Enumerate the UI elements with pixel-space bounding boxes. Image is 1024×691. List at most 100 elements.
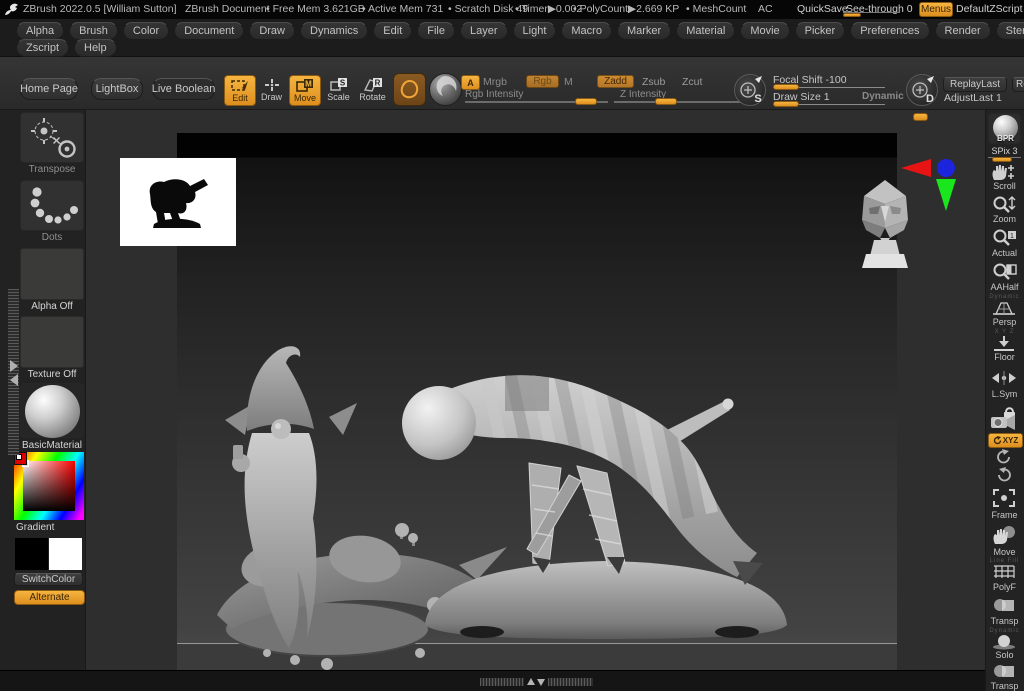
bottom-tray-divider-right[interactable]	[548, 678, 593, 686]
stroke-dots-button[interactable]	[20, 180, 84, 231]
menu-color[interactable]: Color	[123, 22, 169, 40]
menu-marker[interactable]: Marker	[617, 22, 671, 40]
frame-button[interactable]	[992, 488, 1016, 508]
menu-movie[interactable]: Movie	[740, 22, 789, 40]
spix-slider-handle[interactable]	[992, 157, 1012, 162]
solo-button[interactable]	[992, 634, 1016, 650]
current-material-button[interactable]	[429, 73, 462, 106]
main-color-swatch[interactable]	[15, 538, 48, 570]
rotate-mode-button[interactable]: R Rotate	[357, 75, 388, 104]
depth-mask-button[interactable]: D	[906, 74, 938, 106]
bpr-render-button[interactable]: BPR	[988, 113, 1021, 144]
live-boolean-button[interactable]: Live Boolean	[152, 78, 215, 100]
rotate-y-button[interactable]	[994, 449, 1014, 464]
focal-shift-handle[interactable]	[773, 84, 799, 90]
transparency-icon-2	[992, 663, 1016, 680]
bottom-tray-divider-left[interactable]	[480, 678, 524, 686]
polyframe-button[interactable]	[992, 564, 1016, 580]
canvas-scroll-handle[interactable]	[913, 113, 928, 121]
texture-off-button[interactable]	[20, 316, 84, 368]
actual-size-button[interactable]: 1	[991, 228, 1017, 246]
scale-mode-button[interactable]: S Scale	[324, 75, 353, 104]
menu-document[interactable]: Document	[174, 22, 244, 40]
menu-edit[interactable]: Edit	[373, 22, 412, 40]
color-picker[interactable]	[14, 452, 84, 520]
menu-zscript[interactable]: Zscript	[16, 39, 69, 57]
menus-button[interactable]: Menus	[919, 2, 953, 17]
aahalf-button[interactable]	[991, 262, 1017, 280]
z-intensity-handle[interactable]	[655, 98, 677, 105]
switch-color-button[interactable]: SwitchColor	[14, 573, 83, 586]
menu-stencil[interactable]: Stencil	[996, 22, 1024, 40]
menu-brush[interactable]: Brush	[69, 22, 118, 40]
home-page-button[interactable]: Home Page	[20, 78, 78, 100]
floor-button[interactable]	[991, 335, 1017, 352]
dynamic-toggle[interactable]: Dynamic	[862, 91, 904, 102]
creature-sculpt[interactable]	[402, 306, 787, 639]
local-symmetry-button[interactable]	[990, 370, 1018, 386]
menu-macro[interactable]: Macro	[561, 22, 612, 40]
meshcount-stat: • MeshCount	[686, 3, 746, 15]
move-mode-button[interactable]: M Move	[289, 75, 321, 106]
zcut-button[interactable]: Zcut	[682, 76, 702, 88]
menu-render[interactable]: Render	[935, 22, 991, 40]
menu-dynamics[interactable]: Dynamics	[300, 22, 368, 40]
svg-text:D: D	[926, 93, 934, 105]
axis-x-arrow[interactable]	[901, 159, 931, 177]
draw-size-handle[interactable]	[773, 101, 799, 107]
dots-stroke-icon	[24, 184, 80, 228]
move-canvas-button[interactable]	[991, 525, 1017, 545]
current-brush-button[interactable]	[393, 73, 426, 106]
left-tray-divider-arrows-icon[interactable]	[5, 358, 22, 388]
menu-alpha[interactable]: Alpha	[16, 22, 64, 40]
z-intensity-track[interactable]	[614, 101, 754, 103]
rgb-button[interactable]: Rgb	[526, 75, 559, 88]
draw-mode-button[interactable]: Draw	[257, 75, 286, 104]
secondary-color-swatch[interactable]	[49, 538, 82, 570]
replay-last-button[interactable]: ReplayLast	[943, 77, 1007, 92]
default-zscript-label[interactable]: DefaultZScript	[956, 3, 1023, 15]
zadd-button[interactable]: Zadd	[597, 75, 634, 88]
rotate-z-button[interactable]	[994, 467, 1014, 482]
menu-file[interactable]: File	[417, 22, 455, 40]
see-through-slider-handle[interactable]	[843, 13, 861, 17]
alternate-button[interactable]: Alternate	[14, 590, 85, 605]
menu-preferences[interactable]: Preferences	[850, 22, 929, 40]
menu-picker[interactable]: Picker	[795, 22, 846, 40]
bottom-tray-divider-arrows-icon[interactable]	[526, 677, 546, 687]
transparency-button[interactable]	[992, 597, 1016, 614]
sculpt-scene[interactable]	[177, 133, 897, 670]
color-picker-sv-square[interactable]	[23, 461, 75, 511]
menu-help[interactable]: Help	[74, 39, 117, 57]
axis-y-arrow[interactable]	[936, 179, 956, 211]
stroke-curve-button[interactable]: S	[734, 74, 766, 106]
menu-layer[interactable]: Layer	[460, 22, 508, 40]
transpose-tool-button[interactable]	[20, 112, 84, 163]
transparency-button-2[interactable]	[992, 663, 1016, 680]
transparency-label: Transp	[988, 616, 1021, 626]
xyz-rotation-button[interactable]: XYZ	[988, 433, 1023, 448]
scale-label: Scale	[324, 92, 353, 102]
lightbox-button[interactable]: LightBox	[91, 78, 143, 100]
polymesh-head-preview[interactable]	[856, 176, 914, 268]
axis-z-dot[interactable]	[937, 159, 955, 177]
zoom-button[interactable]	[991, 195, 1017, 213]
a-button[interactable]: A	[461, 75, 480, 90]
scroll-button[interactable]	[990, 163, 1018, 181]
menu-draw[interactable]: Draw	[249, 22, 295, 40]
edit-mode-button[interactable]: Edit	[224, 75, 256, 106]
zsub-button[interactable]: Zsub	[642, 76, 665, 88]
replay-last-partial-button[interactable]: Rep	[1012, 77, 1024, 92]
mrgb-button[interactable]: Mrgb	[483, 76, 507, 88]
m-button[interactable]: M	[564, 76, 573, 88]
quicksave-button[interactable]: QuickSave	[797, 3, 848, 15]
adjust-last-slider[interactable]: AdjustLast 1	[944, 92, 1002, 104]
rgb-intensity-handle[interactable]	[575, 98, 597, 105]
menu-light[interactable]: Light	[513, 22, 557, 40]
basic-material-button[interactable]	[20, 383, 84, 438]
camera-lock-button[interactable]	[989, 405, 1019, 431]
alpha-off-button[interactable]	[20, 248, 84, 300]
polycount-stat: • PolyCount▶2.669 KP	[573, 3, 679, 15]
persp-button[interactable]	[991, 300, 1017, 316]
menu-material[interactable]: Material	[676, 22, 735, 40]
